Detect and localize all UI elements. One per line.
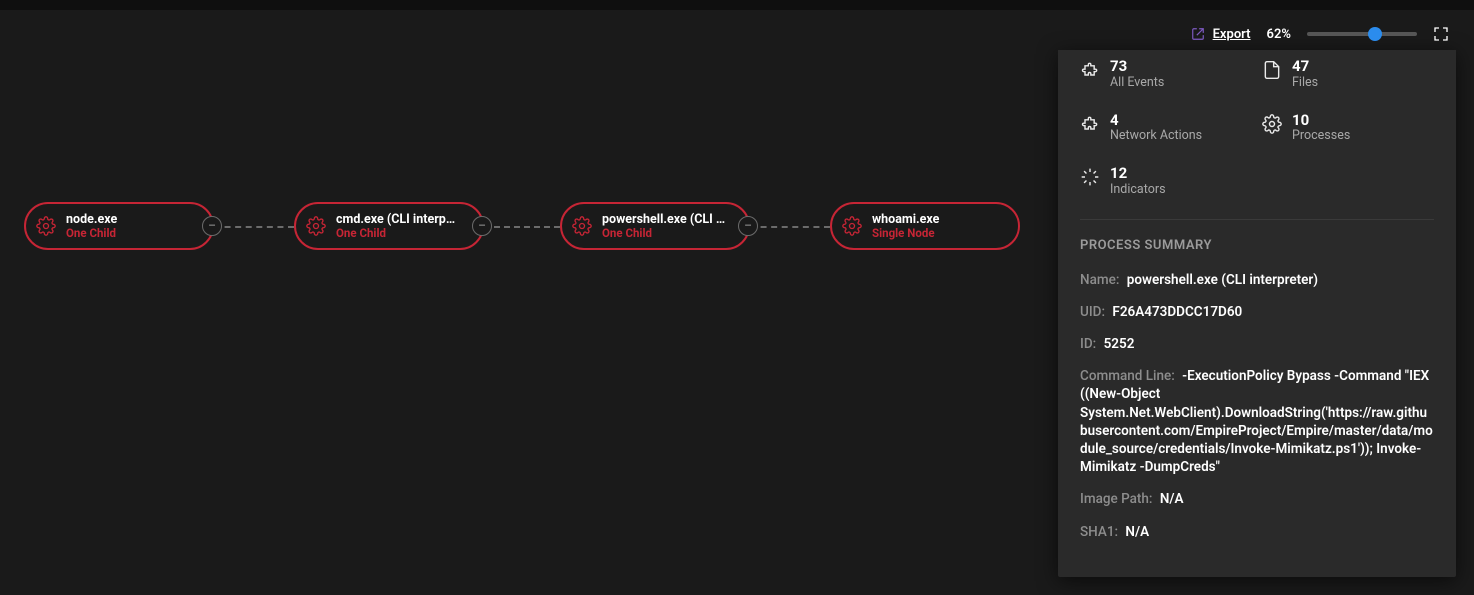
stat-item[interactable]: 47Files	[1262, 58, 1434, 90]
field-label: UID:	[1080, 304, 1105, 320]
field-value: F26A473DDCC17D60	[1112, 304, 1242, 320]
summary-field: Image Path: N/A	[1080, 490, 1434, 508]
process-node[interactable]: node.exeOne Child−	[24, 202, 214, 250]
stats-grid: 73All Events 47Files 4Network Actions 10…	[1080, 58, 1434, 197]
field-label: ID:	[1080, 336, 1096, 352]
slider-track	[1307, 32, 1417, 36]
zoom-slider[interactable]	[1307, 27, 1417, 41]
stat-count: 4	[1110, 112, 1202, 129]
summary-field: UID: F26A473DDCC17D60	[1080, 303, 1434, 321]
burst-icon	[1080, 167, 1100, 187]
panel-divider	[1080, 219, 1434, 220]
node-subtitle: One Child	[66, 227, 200, 241]
stat-count: 73	[1110, 58, 1164, 75]
stat-label: Processes	[1292, 128, 1350, 143]
node-subtitle: One Child	[336, 227, 470, 241]
field-label: SHA1:	[1080, 524, 1118, 540]
node-subtitle: One Child	[602, 227, 736, 241]
process-node[interactable]: whoami.exeSingle Node	[830, 202, 1020, 250]
export-label: Export	[1213, 27, 1251, 42]
export-icon	[1191, 27, 1205, 41]
field-value: powershell.exe (CLI interpreter)	[1127, 272, 1318, 288]
graph-edge	[750, 226, 830, 228]
node-title: node.exe	[66, 212, 200, 227]
section-title: PROCESS SUMMARY	[1080, 238, 1434, 253]
expand-toggle[interactable]: −	[738, 216, 758, 236]
puzzle-icon	[1080, 114, 1100, 134]
stat-label: Indicators	[1110, 182, 1166, 197]
node-title: cmd.exe (CLI interp…	[336, 212, 470, 227]
top-strip	[0, 0, 1474, 10]
gear-icon	[572, 216, 592, 236]
field-value: N/A	[1125, 524, 1149, 540]
node-title: powershell.exe (CLI …	[602, 212, 736, 227]
gear-icon	[36, 216, 56, 236]
stat-item[interactable]: 10Processes	[1262, 112, 1434, 144]
stat-item[interactable]: 12Indicators	[1080, 165, 1252, 197]
node-title: whoami.exe	[872, 212, 1006, 227]
gear-icon	[842, 216, 862, 236]
field-label: Name:	[1080, 272, 1119, 288]
process-node[interactable]: cmd.exe (CLI interp…One Child−	[294, 202, 484, 250]
stat-count: 12	[1110, 165, 1166, 182]
slider-thumb[interactable]	[1368, 27, 1382, 41]
expand-toggle[interactable]: −	[472, 216, 492, 236]
export-button[interactable]: Export	[1191, 27, 1251, 42]
stat-item[interactable]: 4Network Actions	[1080, 112, 1252, 144]
toolbar: Export 62%	[1191, 26, 1449, 42]
node-subtitle: Single Node	[872, 227, 1006, 241]
summary-field: ID: 5252	[1080, 335, 1434, 353]
stat-count: 47	[1292, 58, 1318, 75]
graph-edge	[214, 226, 294, 228]
field-label: Image Path:	[1080, 491, 1152, 507]
gear-icon	[1262, 114, 1282, 134]
graph-edge	[484, 226, 560, 228]
process-node[interactable]: powershell.exe (CLI …One Child−	[560, 202, 750, 250]
stat-label: Network Actions	[1110, 128, 1202, 143]
details-panel: 73All Events 47Files 4Network Actions 10…	[1058, 50, 1456, 577]
fullscreen-icon[interactable]	[1433, 26, 1449, 42]
puzzle-icon	[1080, 60, 1100, 80]
field-value: 5252	[1104, 336, 1135, 352]
summary-field: SHA1: N/A	[1080, 523, 1434, 541]
stat-item[interactable]: 73All Events	[1080, 58, 1252, 90]
stat-count: 10	[1292, 112, 1350, 129]
expand-toggle[interactable]: −	[202, 216, 222, 236]
field-label: Command Line:	[1080, 368, 1175, 384]
field-value: N/A	[1160, 491, 1184, 507]
stat-label: Files	[1292, 75, 1318, 90]
field-value: -ExecutionPolicy Bypass -Command "IEX ((…	[1080, 368, 1433, 475]
gear-icon	[306, 216, 326, 236]
summary-field: Command Line: -ExecutionPolicy Bypass -C…	[1080, 367, 1434, 476]
zoom-percent: 62%	[1267, 27, 1291, 42]
summary-field: Name: powershell.exe (CLI interpreter)	[1080, 271, 1434, 289]
stat-label: All Events	[1110, 75, 1164, 90]
file-icon	[1262, 60, 1282, 80]
